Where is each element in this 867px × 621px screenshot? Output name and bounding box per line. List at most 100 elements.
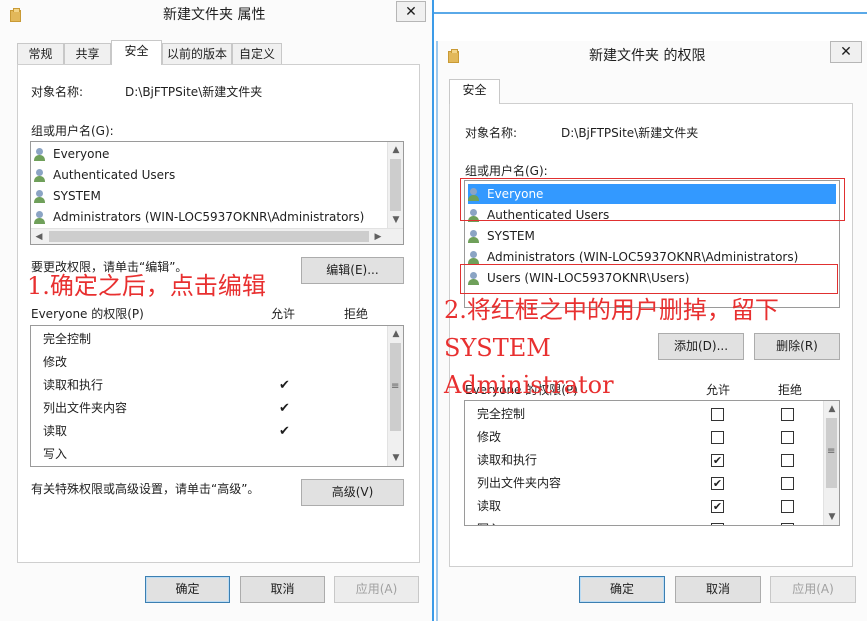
- allow-checkbox[interactable]: ✔: [711, 454, 724, 467]
- check-icon: ✔: [279, 378, 290, 393]
- permission-row: 列出文件夹内容: [477, 476, 562, 490]
- permissions-title: Everyone 的权限(P): [31, 307, 144, 321]
- group-label: 组或用户名(G):: [31, 124, 114, 138]
- window-title: 新建文件夹 的权限: [589, 48, 706, 64]
- scroll-down-icon[interactable]: ▼: [824, 509, 839, 525]
- tab-previous-versions[interactable]: 以前的版本: [162, 43, 232, 64]
- add-button[interactable]: 添加(D)...: [658, 333, 744, 360]
- object-name-label: 对象名称:: [465, 126, 518, 140]
- tab-sharing[interactable]: 共享: [64, 43, 111, 64]
- deny-header: 拒绝: [778, 383, 803, 397]
- ok-button[interactable]: 确定: [579, 576, 665, 603]
- allow-header: 允许: [271, 307, 296, 321]
- allow-checkbox[interactable]: [711, 408, 724, 421]
- tab-customize[interactable]: 自定义: [232, 43, 282, 64]
- folder-icon: [448, 49, 460, 63]
- scroll-thumb[interactable]: [390, 159, 401, 211]
- user-name: Everyone: [53, 147, 110, 161]
- vertical-scrollbar[interactable]: ▲ ≡ ▼: [387, 326, 403, 466]
- close-icon: ✕: [840, 44, 852, 60]
- advanced-hint: 有关特殊权限或高级设置，请单击“高级”。: [31, 482, 260, 496]
- permission-row: 完全控制: [477, 407, 526, 421]
- tab-security[interactable]: 安全: [111, 40, 162, 65]
- deny-checkbox[interactable]: [781, 431, 794, 444]
- tab-label: 以前的版本: [166, 47, 227, 61]
- list-item[interactable]: Administrators (WIN-LOC5937OKNR\Administ…: [34, 207, 383, 227]
- deny-checkbox[interactable]: [781, 500, 794, 513]
- list-item[interactable]: SYSTEM: [34, 186, 383, 206]
- scroll-up-icon[interactable]: ▲: [388, 142, 403, 158]
- close-button[interactable]: ✕: [830, 41, 862, 63]
- tab-label: 安全: [462, 83, 487, 97]
- vertical-scrollbar[interactable]: ▲ ▼: [387, 142, 403, 228]
- allow-header: 允许: [706, 383, 731, 397]
- close-icon: ✕: [405, 4, 417, 20]
- cancel-button[interactable]: 取消: [675, 576, 761, 603]
- object-name-value: D:\BjFTPSite\新建文件夹: [561, 126, 699, 140]
- allow-checkbox[interactable]: ✔: [711, 500, 724, 513]
- background-window-edge: [434, 12, 867, 14]
- allow-checkbox[interactable]: ✔: [711, 477, 724, 490]
- permission-row: 读取: [477, 499, 502, 513]
- highlight-box-users: [460, 264, 838, 294]
- cancel-button[interactable]: 取消: [240, 576, 325, 603]
- horizontal-scrollbar[interactable]: ◀ ▶: [31, 228, 403, 244]
- scroll-thumb[interactable]: [49, 231, 369, 242]
- tab-label: 自定义: [238, 47, 275, 61]
- permission-row: 修改: [43, 355, 68, 369]
- security-panel: 对象名称: D:\BjFTPSite\新建文件夹 组或用户名(G): Every…: [17, 64, 420, 563]
- user-group-icon: [468, 250, 484, 265]
- permission-row: 列出文件夹内容: [43, 401, 128, 415]
- tab-general[interactable]: 常规: [17, 43, 64, 64]
- scroll-right-icon[interactable]: ▶: [370, 229, 386, 244]
- title-bar[interactable]: 新建文件夹 属性 ✕: [0, 0, 432, 30]
- highlight-box-everyone-authenticated: [460, 178, 845, 221]
- permissions-list: ▲ ≡ ▼ 完全控制修改读取和执行 ✔ 列出文件夹内容 ✔ 读取 ✔ 写入: [464, 400, 840, 526]
- annotation-note-2-line-1: 2.将红框之中的用户删掉，留下: [444, 296, 779, 324]
- allow-checkbox[interactable]: [711, 523, 724, 525]
- edit-button[interactable]: 编辑(E)...: [301, 257, 404, 284]
- permission-row: 读取: [43, 424, 68, 438]
- user-name: SYSTEM: [53, 189, 101, 203]
- remove-button[interactable]: 删除(R): [754, 333, 840, 360]
- title-bar[interactable]: 新建文件夹 的权限 ✕: [438, 41, 867, 71]
- ok-button[interactable]: 确定: [145, 576, 230, 603]
- check-icon: ✔: [279, 424, 290, 439]
- permissions-list: ▲ ≡ ▼ 完全控制修改读取和执行 ✔ 列出文件夹内容 ✔ 读取 ✔ 写入: [30, 325, 404, 467]
- scroll-down-icon[interactable]: ▼: [388, 212, 403, 228]
- deny-checkbox[interactable]: [781, 408, 794, 421]
- apply-button: 应用(A): [770, 576, 856, 603]
- scroll-left-icon[interactable]: ◀: [31, 229, 47, 244]
- permission-row: 读取和执行: [477, 453, 538, 467]
- user-group-icon: [468, 229, 484, 244]
- user-name: SYSTEM: [487, 229, 535, 243]
- deny-checkbox[interactable]: [781, 454, 794, 467]
- user-group-icon: [34, 168, 50, 183]
- deny-checkbox[interactable]: [781, 477, 794, 490]
- scroll-up-icon[interactable]: ▲: [388, 326, 403, 342]
- list-item[interactable]: Everyone: [34, 144, 383, 164]
- window-title: 新建文件夹 属性: [163, 7, 266, 23]
- object-name-value: D:\BjFTPSite\新建文件夹: [125, 85, 263, 99]
- scroll-grip-icon: ≡: [827, 446, 836, 457]
- close-button[interactable]: ✕: [396, 1, 426, 22]
- permission-row: 读取和执行: [43, 378, 104, 392]
- tab-label: 常规: [28, 47, 53, 61]
- annotation-note-2-line-3: Administrator: [444, 371, 614, 399]
- tab-security[interactable]: 安全: [449, 79, 500, 104]
- list-item[interactable]: SYSTEM: [468, 226, 819, 246]
- deny-checkbox[interactable]: [781, 523, 794, 525]
- scroll-up-icon[interactable]: ▲: [824, 401, 839, 417]
- window-edge: [432, 0, 434, 621]
- user-group-icon: [34, 210, 50, 225]
- allow-checkbox[interactable]: [711, 431, 724, 444]
- user-list[interactable]: Everyone Authenticated Users SYSTEM Admi…: [30, 141, 404, 245]
- user-name: Authenticated Users: [53, 168, 176, 182]
- user-group-icon: [34, 147, 50, 162]
- group-label: 组或用户名(G):: [465, 164, 548, 178]
- list-item[interactable]: Authenticated Users: [34, 165, 383, 185]
- advanced-button[interactable]: 高级(V): [301, 479, 404, 506]
- permission-row: 修改: [477, 430, 502, 444]
- scroll-down-icon[interactable]: ▼: [388, 450, 403, 466]
- vertical-scrollbar[interactable]: ▲ ≡ ▼: [823, 401, 839, 525]
